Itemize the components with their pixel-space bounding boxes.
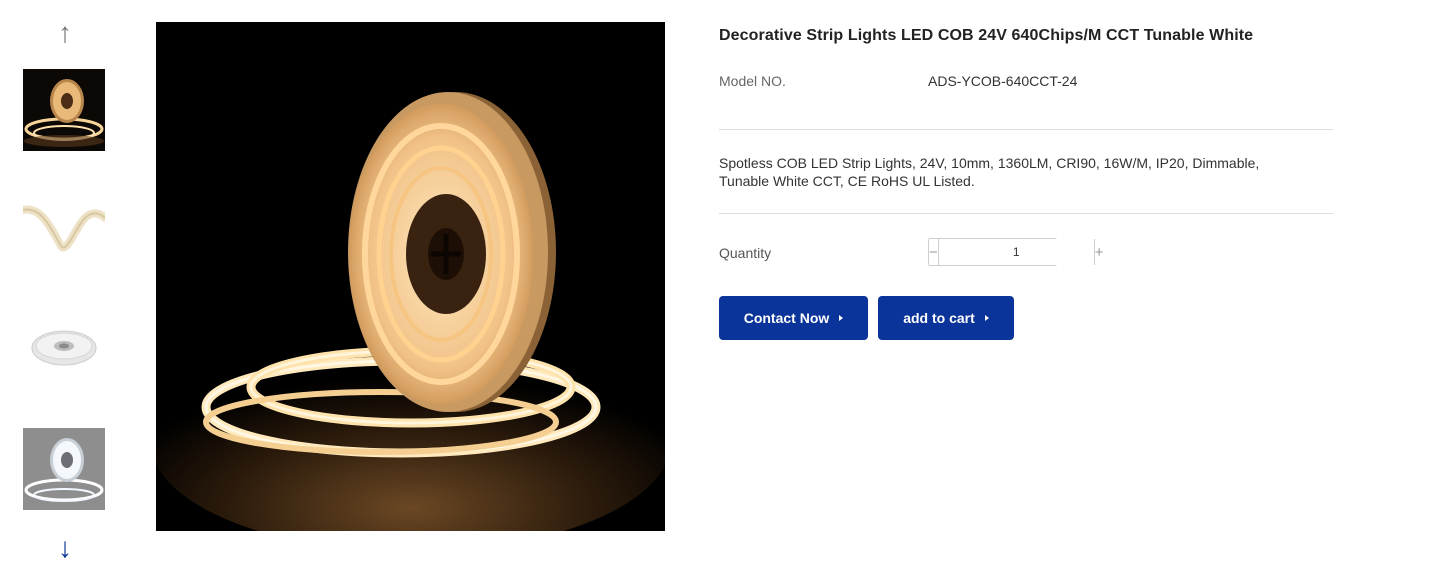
add-to-cart-button[interactable]: add to cart <box>878 296 1014 340</box>
add-to-cart-label: add to cart <box>903 310 975 326</box>
caret-right-icon <box>984 315 989 321</box>
product-page: ↑ ↓ Decorative Strip Lights LED COB 24V … <box>0 0 1453 574</box>
thumbnail-strip-twist[interactable] <box>23 188 105 270</box>
model-value: ADS-YCOB-640CCT-24 <box>928 73 1078 89</box>
thumbnail-white-reel[interactable] <box>23 308 105 390</box>
quantity-stepper: − + <box>928 238 1104 266</box>
quantity-label: Quantity <box>719 245 772 261</box>
led-strip-twist-image <box>23 188 105 270</box>
product-description: Spotless COB LED Strip Lights, 24V, 10mm… <box>719 155 1260 189</box>
led-reel-white-image <box>23 308 105 390</box>
quantity-input[interactable] <box>938 239 1094 265</box>
led-reel-cool-gray-image <box>23 428 105 510</box>
decrement-button[interactable]: − <box>929 239 939 265</box>
thumbnail-warm-reel[interactable] <box>23 69 105 151</box>
led-reel-warm-large-image <box>156 22 665 531</box>
thumbnail-cool-reel[interactable] <box>23 428 105 510</box>
main-product-image <box>156 22 665 531</box>
divider <box>719 213 1333 214</box>
caret-right-icon <box>839 315 844 321</box>
contact-now-button[interactable]: Contact Now <box>719 296 868 340</box>
product-title: Decorative Strip Lights LED COB 24V 640C… <box>719 27 1254 44</box>
increment-button[interactable]: + <box>1093 239 1104 265</box>
arrow-down-icon[interactable]: ↓ <box>50 533 80 563</box>
arrow-up-icon[interactable]: ↑ <box>50 18 80 48</box>
contact-now-label: Contact Now <box>743 310 830 326</box>
led-reel-warm-image <box>23 69 105 151</box>
divider <box>719 129 1333 130</box>
model-label: Model NO. <box>719 73 786 89</box>
